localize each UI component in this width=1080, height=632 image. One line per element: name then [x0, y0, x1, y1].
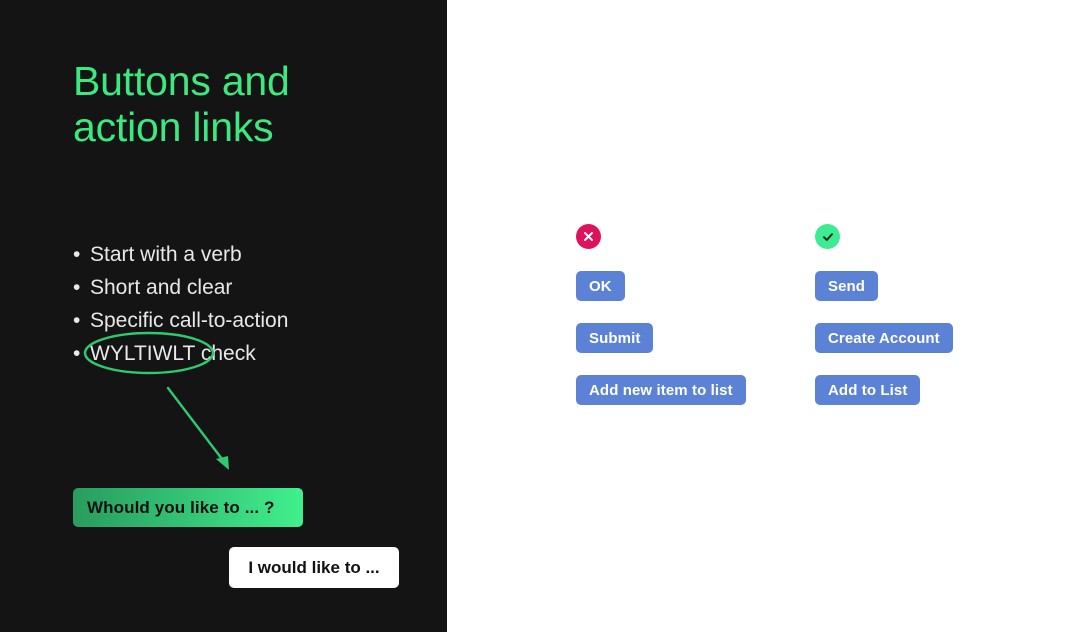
submit-button[interactable]: Submit: [576, 323, 654, 353]
bad-button-row: Submit: [576, 323, 746, 353]
bad-examples-column: OK Submit Add new item to list: [576, 224, 746, 405]
guidelines-list: Start with a verb Short and clear Specif…: [73, 238, 413, 370]
wyltiwlt-answer-button[interactable]: I would like to ...: [229, 547, 399, 588]
create-account-button[interactable]: Create Account: [815, 323, 953, 353]
good-button-row: Add to List: [815, 375, 953, 405]
list-item-label: Specific call-to-action: [90, 309, 289, 332]
good-examples-column: Send Create Account Add to List: [815, 224, 953, 405]
check-icon: [815, 224, 840, 249]
list-item: Short and clear: [73, 271, 413, 304]
add-new-item-to-list-button[interactable]: Add new item to list: [576, 375, 746, 405]
good-button-row: Create Account: [815, 323, 953, 353]
add-to-list-button[interactable]: Add to List: [815, 375, 921, 405]
page-title: Buttons and action links: [73, 58, 290, 150]
list-item: WYLTIWLT check: [73, 337, 413, 370]
slide-canvas: Buttons and action links Start with a ve…: [0, 0, 1080, 632]
good-button-row: Send: [815, 271, 953, 301]
bad-button-row: OK: [576, 271, 746, 301]
ok-button[interactable]: OK: [576, 271, 625, 301]
pointer-arrowhead-icon: [216, 456, 229, 470]
list-item-label: WYLTIWLT check: [90, 342, 256, 365]
list-item: Specific call-to-action: [73, 304, 413, 337]
wyltiwlt-question-button[interactable]: Whould you like to ... ?: [73, 488, 303, 527]
send-button[interactable]: Send: [815, 271, 879, 301]
list-item-label: Short and clear: [90, 276, 233, 299]
cross-icon: [576, 224, 601, 249]
list-item: Start with a verb: [73, 238, 413, 271]
pointer-arrow-icon: [166, 386, 227, 465]
right-examples-panel: OK Submit Add new item to list Send Crea…: [447, 0, 1080, 632]
bad-button-row: Add new item to list: [576, 375, 746, 405]
left-dark-panel: Buttons and action links Start with a ve…: [0, 0, 447, 632]
list-item-label: Start with a verb: [90, 243, 242, 266]
